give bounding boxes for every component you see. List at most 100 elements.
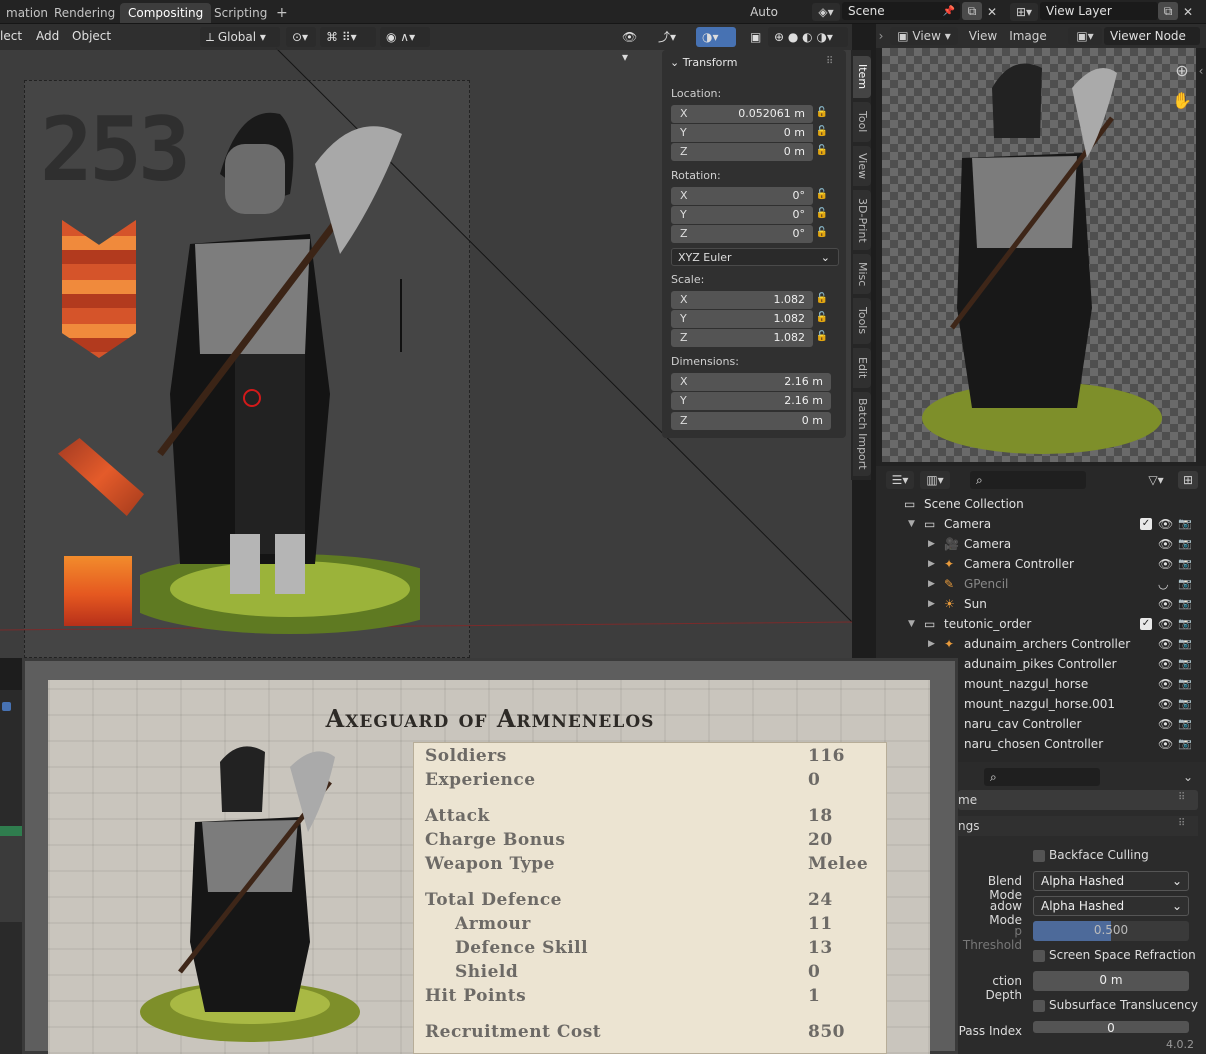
expand-toggle-icon[interactable]: ▼ [908,514,915,534]
refraction-depth-field[interactable]: 0 m [1033,971,1189,991]
render-camera-icon[interactable]: 📷 [1178,534,1192,554]
dimensions-z-field[interactable]: Z 0 m [671,412,831,430]
tab-misc[interactable]: Misc [853,254,871,294]
render-camera-icon[interactable]: 📷 [1178,654,1192,674]
pass-index-field[interactable]: 0 [1033,1021,1189,1033]
eye-icon[interactable]: 👁 [1158,534,1173,554]
eye-icon[interactable]: 👁 [1158,654,1173,674]
eye-icon[interactable]: 👁 [1158,554,1173,574]
delete-scene-icon[interactable]: ✕ [984,3,1000,21]
expand-right-icon[interactable]: ‹ [1196,62,1206,80]
dimensions-x-field[interactable]: X 2.16 m [671,373,831,391]
image-browse-icon[interactable]: ▣▾ [1068,27,1102,45]
tab-tool[interactable]: Tool [853,102,871,142]
scale-z-field[interactable]: Z 1.082 [671,329,813,347]
location-y-field[interactable]: Y 0 m [671,124,813,142]
outliner-search-input[interactable]: ⌕ [970,471,1086,489]
outliner-row[interactable]: ▶ ✦ Camera Controller 👁 📷 [876,554,1206,574]
expand-toggle-icon[interactable]: ▼ [908,614,915,634]
chevron-down-icon[interactable]: ⌄ [1180,768,1196,786]
eye-icon[interactable]: 👁 [1158,594,1173,614]
outliner-row[interactable]: ▶ ✎ GPencil ◡ 📷 [876,574,1206,594]
filter-icon[interactable]: ▽▾ [1140,471,1172,489]
new-view-layer-icon[interactable]: ⧉ [1158,2,1178,20]
menu-select[interactable]: lect [0,29,22,43]
outliner-row[interactable]: ▭ Scene Collection [876,494,1206,514]
menu-object[interactable]: Object [72,29,111,43]
rotation-mode-dropdown[interactable]: XYZ Euler ⌄ [671,248,839,266]
checkbox-icon[interactable] [2,702,11,711]
render-camera-icon[interactable]: 📷 [1178,514,1192,534]
render-camera-icon[interactable]: 📷 [1178,674,1192,694]
eye-icon[interactable]: 👁 [1158,674,1173,694]
render-camera-icon[interactable]: 📷 [1178,594,1192,614]
eye-icon[interactable]: 👁 [1158,714,1173,734]
lock-icon[interactable]: 🔓 [814,293,830,307]
lock-icon[interactable]: 🔓 [814,107,830,121]
expand-toggle-icon[interactable]: ▶ [928,534,935,554]
lock-icon[interactable]: 🔓 [814,227,830,241]
outliner-row[interactable]: ▶ 🎥 Camera 👁 📷 [876,534,1206,554]
delete-view-layer-icon[interactable]: ✕ [1180,3,1196,21]
zoom-icon[interactable]: ⊕ [1172,62,1192,80]
expand-left-icon[interactable]: › [876,27,886,45]
render-camera-icon[interactable]: 📷 [1178,694,1192,714]
blend-mode-dropdown[interactable]: Alpha Hashed ⌄ [1033,871,1189,891]
eye-icon[interactable]: 👁 [1158,514,1173,534]
soldier-model[interactable] [140,94,420,654]
render-camera-icon[interactable]: 📷 [1178,714,1192,734]
outliner-row[interactable]: ▶ ✦ adunaim_archers Controller 👁 📷 [876,634,1206,654]
expand-toggle-icon[interactable]: ▶ [928,594,935,614]
display-mode-icon[interactable]: ▥▾ [920,471,950,489]
exclude-checkbox[interactable]: ✓ [1140,618,1152,630]
render-camera-icon[interactable]: 📷 [1178,614,1192,634]
menu-view[interactable]: View [968,27,998,45]
outliner-row[interactable]: ▼ ▭ teutonic_order ✓ 👁 📷 [876,614,1206,634]
tab-batch-import[interactable]: Batch Import [853,392,871,476]
tab-edit[interactable]: Edit [853,348,871,388]
lock-icon[interactable]: 🔓 [814,126,830,140]
new-scene-icon[interactable]: ⧉ [962,2,982,20]
snap-icon[interactable]: ⌘ ⠿▾ [320,27,376,47]
xray-icon[interactable]: ▣ [744,27,764,47]
eye-icon[interactable]: 👁 [1158,634,1173,654]
location-z-field[interactable]: Z 0 m [671,143,813,161]
node-thumbnail[interactable] [0,826,22,922]
overlays-icon[interactable]: ◑▾ [696,27,736,47]
render-camera-icon[interactable]: 📷 [1178,574,1192,594]
dimensions-y-field[interactable]: Y 2.16 m [671,392,831,410]
subsurface-checkbox[interactable] [1033,1000,1045,1012]
eye-icon[interactable]: 👁 [1158,694,1173,714]
lock-icon[interactable]: 🔓 [814,145,830,159]
tab-3d-print[interactable]: 3D-Print [853,190,871,250]
lock-icon[interactable]: 🔓 [814,312,830,326]
tab-view[interactable]: View [853,146,871,186]
rotation-y-field[interactable]: Y 0° [671,206,813,224]
tab-tools[interactable]: Tools [853,298,871,344]
pin-icon[interactable]: 📌 [941,3,957,21]
lock-icon[interactable]: 🔓 [814,208,830,222]
auto-reload-button[interactable]: Auto Reload [728,3,800,37]
new-collection-icon[interactable]: ⊞ [1178,471,1198,489]
image-name-field[interactable]: Viewer Node [1104,27,1200,45]
outliner-row[interactable]: ▶ ☀ Sun 👁 📷 [876,594,1206,614]
add-workspace-button[interactable]: + [268,3,296,23]
eye-icon[interactable]: 👁 [1158,734,1173,754]
scale-y-field[interactable]: Y 1.082 [671,310,813,328]
shadow-mode-dropdown[interactable]: Alpha Hashed ⌄ [1033,896,1189,916]
panel-header-settings[interactable]: me ⠿ [958,790,1198,810]
outliner-editor-type-icon[interactable]: ☰▾ [886,471,914,489]
viewer-image[interactable] [882,48,1196,462]
view-layer-browse-icon[interactable]: ⊞▾ [1010,3,1038,21]
shading-modes[interactable]: ⊕ ● ◐ ◑▾ [768,27,848,47]
tab-rendering[interactable]: Rendering [46,3,123,23]
tab-scripting[interactable]: Scripting [206,3,275,23]
menu-image[interactable]: Image [1008,27,1048,45]
visibility-icon[interactable]: 👁▾ [616,27,646,64]
lock-icon[interactable]: 🔓 [814,189,830,203]
eye-icon[interactable]: 👁 [1158,614,1173,634]
location-x-field[interactable]: X 0.052061 m [671,105,813,123]
eye-icon[interactable]: ◡ [1158,574,1168,594]
tab-item[interactable]: Item [853,56,871,98]
backface-culling-checkbox[interactable] [1033,850,1045,862]
